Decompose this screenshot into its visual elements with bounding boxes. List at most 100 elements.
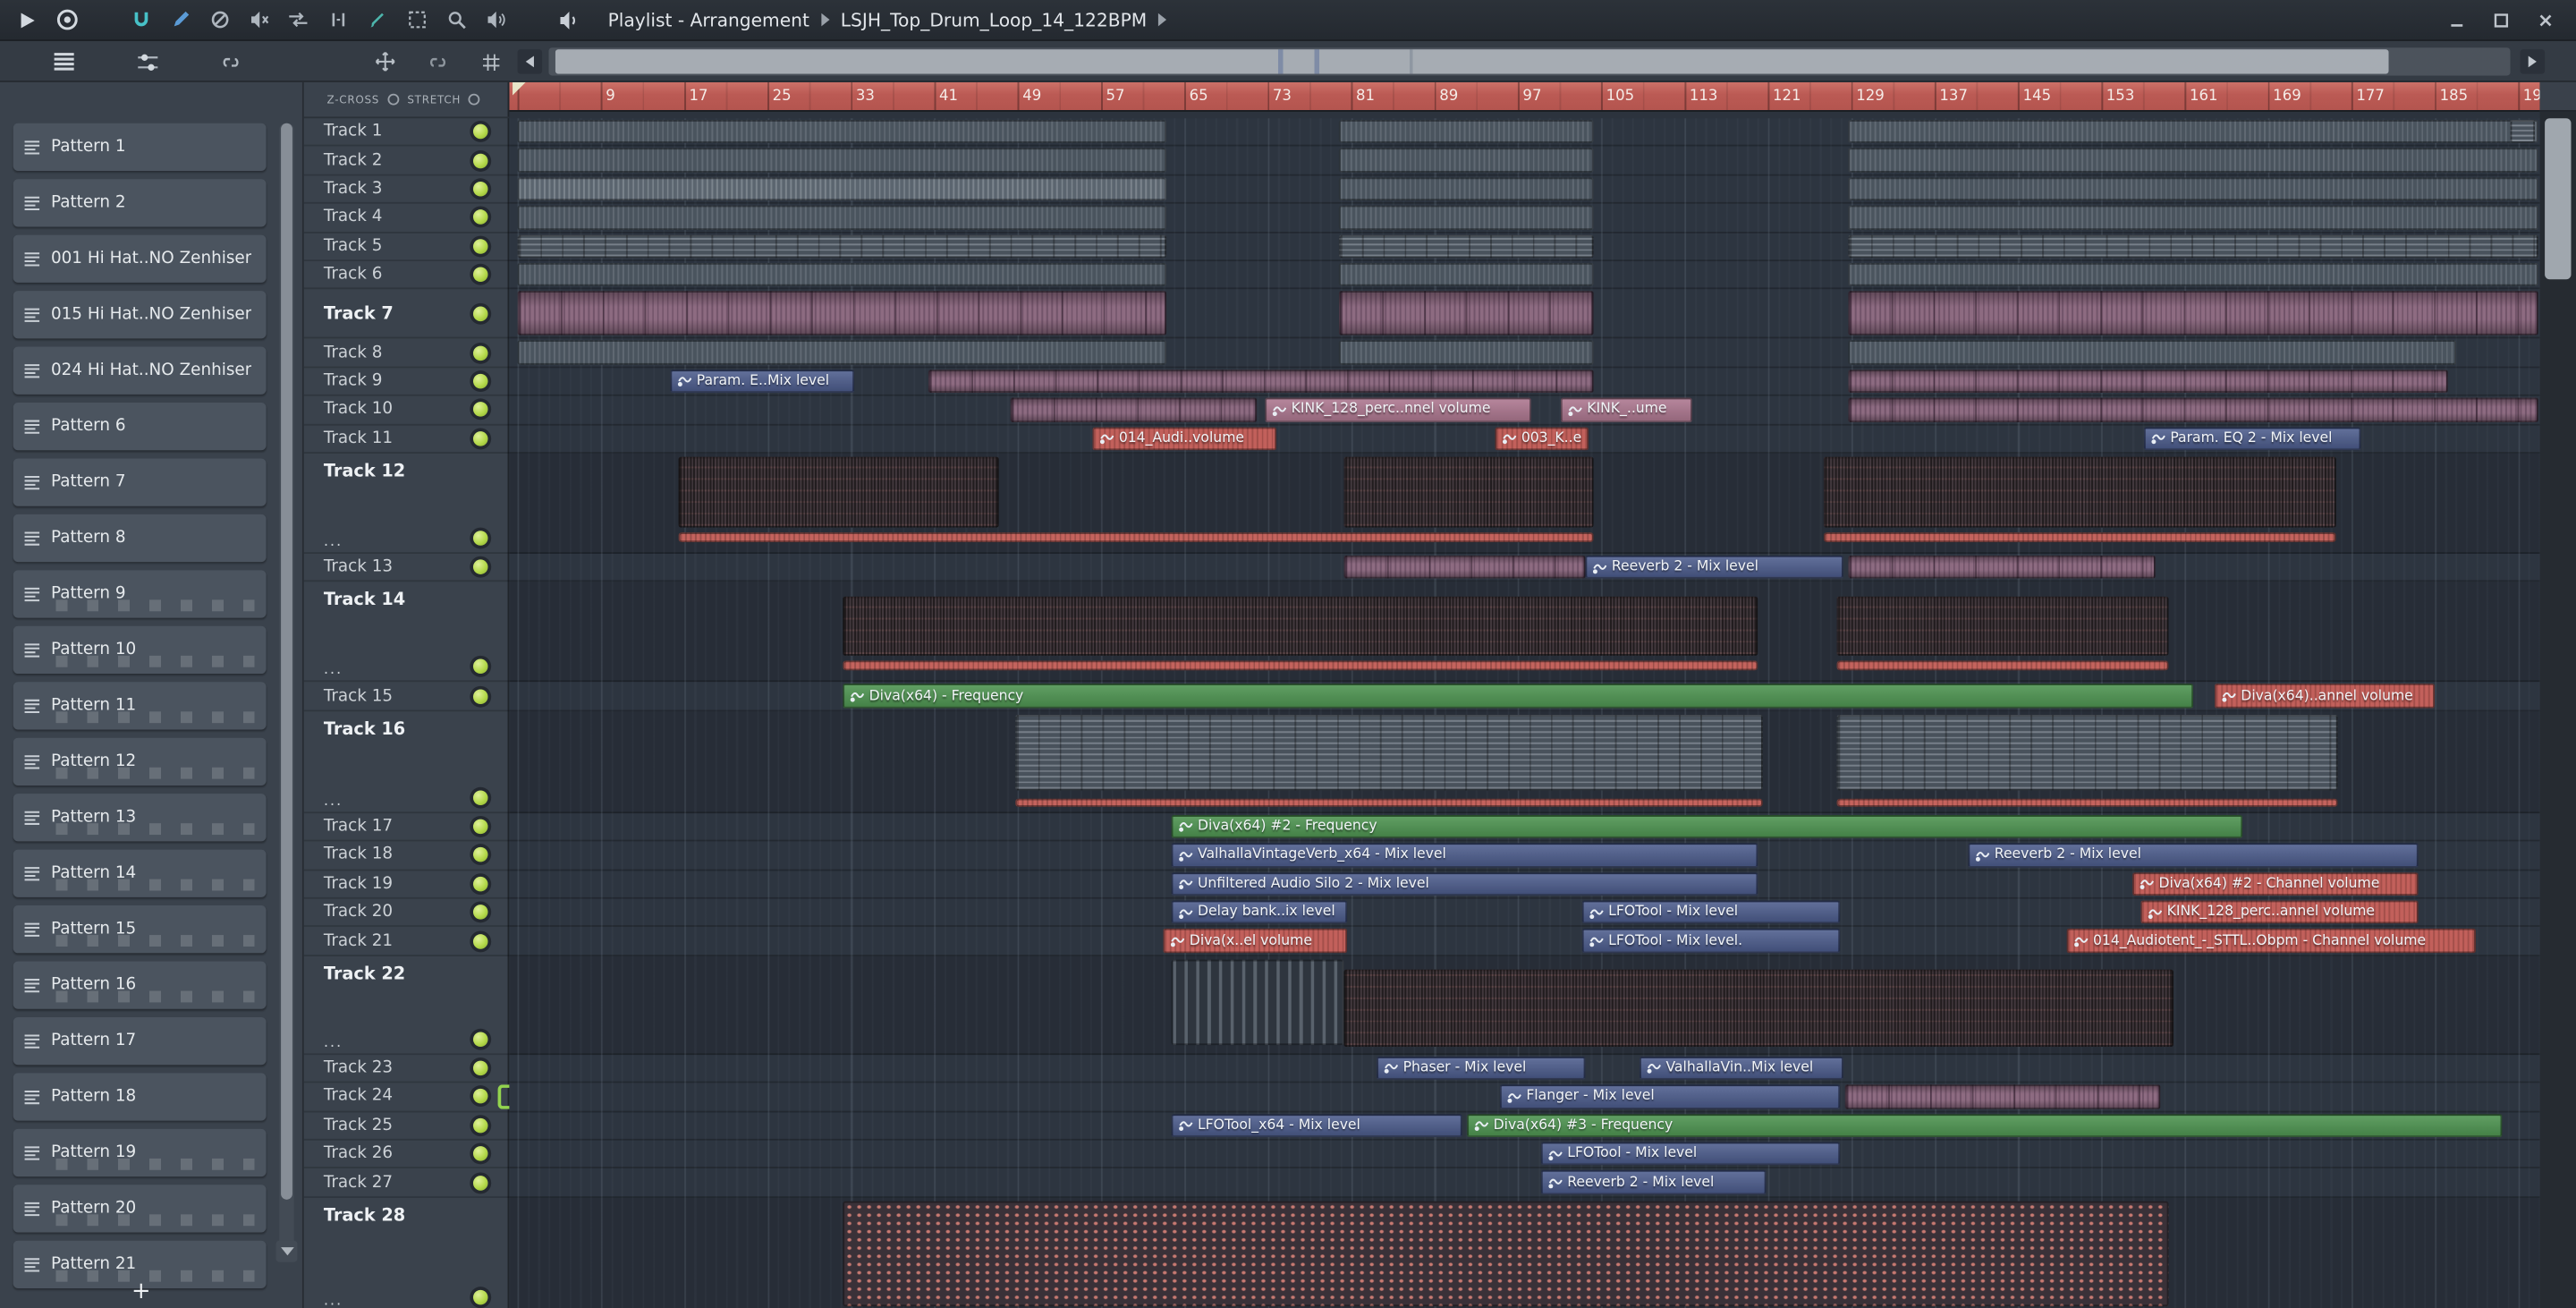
- track-header[interactable]: Track 1: [303, 118, 510, 148]
- maximize-button[interactable]: [2489, 8, 2512, 31]
- track-header[interactable]: Track 23: [303, 1055, 510, 1083]
- track-led[interactable]: [472, 373, 488, 389]
- track-led[interactable]: [472, 559, 488, 575]
- minimize-button[interactable]: [2445, 8, 2468, 31]
- track-header[interactable]: Track 20: [303, 899, 510, 928]
- track-led[interactable]: [472, 659, 488, 675]
- scroll-left-button[interactable]: [517, 49, 543, 74]
- audio-clip[interactable]: [1848, 397, 2538, 422]
- audio-clip[interactable]: [1338, 205, 1594, 230]
- track-led[interactable]: [472, 905, 488, 920]
- automation-clip[interactable]: Diva(x64)..annel volume: [2214, 684, 2436, 709]
- vertical-scrollbar[interactable]: [2539, 81, 2576, 1308]
- audio-clip[interactable]: [1848, 291, 2538, 336]
- automation-clip[interactable]: Reeverb 2 - Mix level: [1585, 555, 1843, 580]
- track-header[interactable]: Track 14...: [303, 582, 510, 683]
- track-led[interactable]: [472, 1146, 488, 1161]
- audio-clip[interactable]: [2510, 120, 2536, 144]
- pattern-item[interactable]: 001 Hi Hat..NO Zenhiser: [13, 234, 267, 283]
- audio-clip[interactable]: [843, 1201, 2169, 1306]
- track-led[interactable]: [472, 790, 488, 805]
- track-led[interactable]: [472, 1032, 488, 1047]
- audio-clip[interactable]: [517, 234, 1167, 259]
- audio-clip[interactable]: [1848, 369, 2448, 394]
- automation-clip[interactable]: LFOTool - Mix level: [1540, 1142, 1841, 1166]
- horizontal-scrollbar[interactable]: [548, 47, 2511, 76]
- pattern-grid-icon[interactable]: [49, 47, 77, 75]
- audio-clip[interactable]: [1848, 120, 2538, 144]
- magnet-icon[interactable]: [126, 5, 154, 33]
- zcross-toggle[interactable]: [387, 93, 400, 106]
- track-led[interactable]: [472, 430, 488, 446]
- track-header[interactable]: Track 25: [303, 1112, 510, 1141]
- track-header[interactable]: Track 27: [303, 1169, 510, 1198]
- audio-clip[interactable]: [1848, 176, 2538, 201]
- track-led[interactable]: [472, 238, 488, 254]
- automation-clip[interactable]: Delay bank..ix level: [1171, 900, 1348, 924]
- pattern-item[interactable]: Pattern 14: [13, 849, 267, 897]
- horizontal-scrollbar-thumb[interactable]: [555, 49, 2389, 74]
- pattern-item[interactable]: Pattern 2: [13, 179, 267, 227]
- vertical-scrollbar-thumb[interactable]: [2545, 118, 2572, 280]
- disable-icon[interactable]: [206, 5, 233, 33]
- track-header[interactable]: Track 10: [303, 396, 510, 425]
- track-led[interactable]: [472, 267, 488, 283]
- track-led[interactable]: [472, 181, 488, 197]
- track-header[interactable]: Track 28...: [304, 1198, 510, 1308]
- audio-clip[interactable]: [1015, 714, 1763, 791]
- pattern-scrollbar-thumb[interactable]: [281, 123, 292, 1200]
- track-header[interactable]: Track 7: [303, 290, 510, 340]
- pattern-item[interactable]: Pattern 20: [13, 1185, 267, 1233]
- audio-clip[interactable]: [1848, 234, 2538, 259]
- audio-clip[interactable]: [1338, 176, 1594, 201]
- automation-clip[interactable]: Unfiltered Audio Silo 2 - Mix level: [1171, 871, 1758, 896]
- automation-clip[interactable]: Reeverb 2 - Mix level: [1540, 1170, 1767, 1194]
- track-header[interactable]: Track 2: [303, 147, 510, 176]
- track-header[interactable]: Track 13: [303, 554, 510, 582]
- audio-clip[interactable]: [1836, 798, 2338, 807]
- track-led[interactable]: [472, 402, 488, 418]
- stretch-toggle[interactable]: [469, 93, 481, 106]
- track-led[interactable]: [472, 819, 488, 835]
- audio-clip[interactable]: [1836, 714, 2338, 791]
- audio-clip[interactable]: [517, 340, 1167, 365]
- audio-clip[interactable]: [1836, 661, 2169, 672]
- audio-clip[interactable]: [1848, 205, 2538, 230]
- pattern-item[interactable]: Pattern 19: [13, 1128, 267, 1177]
- track-led[interactable]: [472, 1060, 488, 1076]
- pattern-item[interactable]: Pattern 13: [13, 794, 267, 842]
- audio-clip[interactable]: [1844, 1084, 2161, 1109]
- marquee-select-icon[interactable]: [402, 5, 430, 33]
- pattern-item[interactable]: Pattern 6: [13, 402, 267, 451]
- add-pattern-button[interactable]: +: [131, 1280, 151, 1304]
- track-header[interactable]: Track 21: [303, 928, 510, 956]
- track-header[interactable]: Track 5: [303, 233, 510, 262]
- pattern-item[interactable]: Pattern 8: [13, 514, 267, 563]
- audio-clip[interactable]: [1343, 969, 2174, 1047]
- audio-clip[interactable]: [1338, 120, 1594, 144]
- automation-clip[interactable]: Flanger - Mix level: [1499, 1084, 1841, 1109]
- track-led[interactable]: [472, 688, 488, 704]
- audio-clip[interactable]: [517, 120, 1167, 144]
- pattern-item[interactable]: Pattern 17: [13, 1016, 267, 1066]
- pattern-item[interactable]: Pattern 10: [13, 625, 267, 675]
- audio-clip[interactable]: [1015, 798, 1763, 807]
- grid-snap-icon[interactable]: [477, 47, 504, 75]
- track-header[interactable]: Track 19: [303, 871, 510, 899]
- track-header[interactable]: Track 12...: [303, 454, 510, 554]
- automation-clip[interactable]: 003_K..e: [1495, 426, 1589, 451]
- automation-clip[interactable]: Diva(x64) - Frequency: [843, 684, 2194, 709]
- audio-clip[interactable]: [517, 149, 1167, 173]
- automation-clip[interactable]: Param. E..Mix level: [670, 369, 855, 394]
- draw-pencil-icon[interactable]: [166, 5, 194, 33]
- audio-clip[interactable]: [1848, 262, 2538, 287]
- track-header[interactable]: Track 6: [303, 261, 510, 290]
- automation-clip[interactable]: Reeverb 2 - Mix level: [1968, 843, 2419, 868]
- automation-clip[interactable]: LFOTool_x64 - Mix level: [1171, 1113, 1462, 1137]
- audio-clip[interactable]: [1338, 149, 1594, 173]
- automation-clip[interactable]: Param. EQ 2 - Mix level: [2143, 426, 2361, 451]
- automation-clip[interactable]: Diva(x..el volume: [1163, 929, 1348, 953]
- audio-clip[interactable]: [1823, 456, 2336, 528]
- track-header[interactable]: Track 18: [303, 842, 510, 871]
- automation-clip[interactable]: Phaser - Mix level: [1377, 1056, 1586, 1081]
